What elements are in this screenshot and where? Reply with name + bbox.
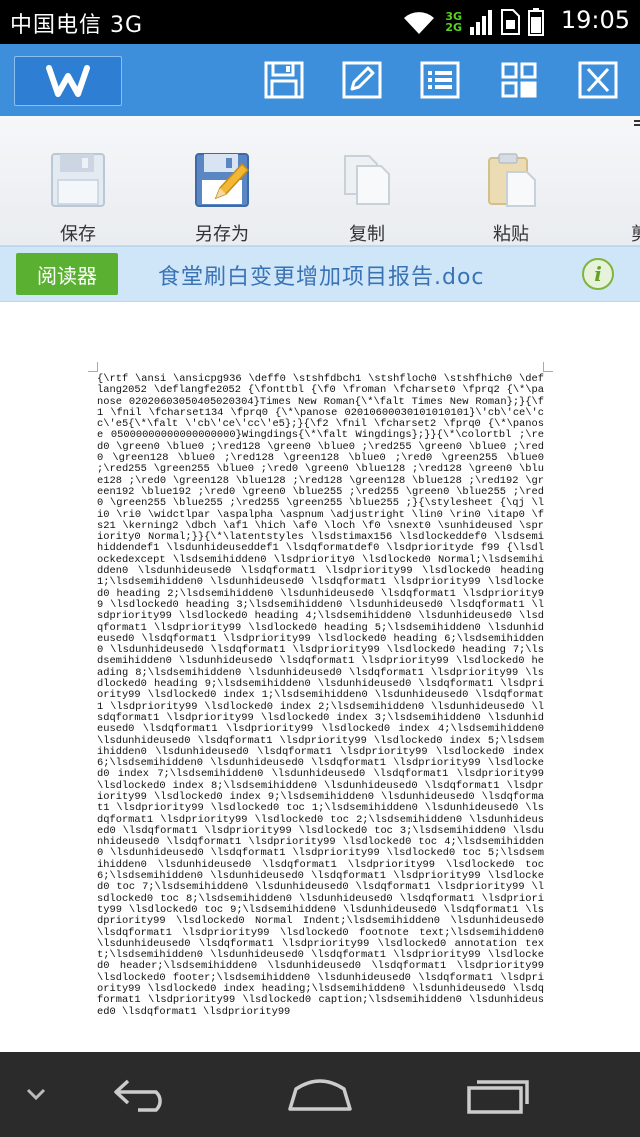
- reader-mode-button[interactable]: 阅读器: [16, 253, 118, 295]
- ribbon-toolbar: 保存 另存为 复制 粘贴 剪: [0, 116, 640, 246]
- network-bottom-label: 2G: [445, 21, 462, 34]
- system-nav-bar: [0, 1052, 640, 1137]
- page-corner-marker-right: [543, 362, 553, 372]
- ribbon-save-button[interactable]: 保存: [28, 150, 128, 245]
- wifi-icon: [404, 12, 435, 34]
- ribbon-paste-button[interactable]: 粘贴: [461, 150, 561, 245]
- document-body-text: {\rtf \ansi \ansicpg936 \deff0 \stshfdbc…: [97, 373, 551, 1018]
- ribbon-paste-label: 粘贴: [493, 224, 529, 245]
- save-top-button[interactable]: [262, 60, 306, 100]
- close-icon: [578, 61, 618, 99]
- document-title: 食堂刷白变更增加项目报告.doc: [158, 265, 485, 290]
- chevron-down-icon: [26, 1088, 46, 1101]
- save-disk-icon: [264, 61, 304, 99]
- recent-apps-button[interactable]: [462, 1072, 534, 1116]
- ribbon-copy-label: 复制: [349, 224, 385, 245]
- ribbon-cut-label: 剪: [590, 220, 640, 245]
- apps-button[interactable]: [497, 60, 541, 100]
- wps-logo-icon: [46, 65, 90, 97]
- ribbon-expand-icon[interactable]: [630, 118, 640, 130]
- copy-icon: [344, 155, 390, 205]
- back-icon: [114, 1079, 162, 1112]
- reader-bar: 阅读器 食堂刷白变更增加项目报告.doc i: [0, 246, 640, 302]
- ribbon-save-as-button[interactable]: 另存为: [172, 150, 272, 245]
- edit-pencil-icon: [342, 61, 382, 99]
- sim-icon: [501, 9, 520, 35]
- network-type: 3G 2G: [445, 11, 462, 33]
- list-icon: [420, 61, 460, 99]
- wps-logo-button[interactable]: [14, 56, 122, 106]
- status-bar: 中国电信 3G 3G 2G 19:05: [0, 0, 640, 44]
- save-as-icon: [195, 153, 250, 207]
- info-icon[interactable]: i: [582, 258, 614, 290]
- carrier-label: 中国电信 3G: [10, 13, 144, 38]
- outline-button[interactable]: [418, 60, 462, 100]
- page-corner-marker-left: [88, 362, 98, 372]
- home-button[interactable]: [282, 1072, 358, 1116]
- document-viewport[interactable]: {\rtf \ansi \ansicpg936 \deff0 \stshfdbc…: [0, 302, 640, 1052]
- edit-button[interactable]: [340, 60, 384, 100]
- app-top-bar: [0, 44, 640, 116]
- status-icons: 3G 2G: [401, 6, 544, 38]
- close-button[interactable]: [576, 60, 620, 100]
- battery-icon: [528, 8, 544, 36]
- back-button[interactable]: [108, 1072, 178, 1116]
- grid-icon: [501, 62, 537, 98]
- ribbon-copy-button[interactable]: 复制: [317, 150, 417, 245]
- ribbon-cut-button[interactable]: 剪: [590, 150, 640, 245]
- paste-icon: [488, 153, 536, 207]
- save-icon: [51, 153, 105, 207]
- ribbon-save-label: 保存: [60, 224, 96, 245]
- clock: 19:05: [560, 6, 630, 34]
- home-icon: [288, 1079, 352, 1111]
- hide-nav-button[interactable]: [20, 1072, 52, 1116]
- cut-icon: [610, 150, 640, 210]
- signal-icon: [470, 10, 492, 35]
- recent-apps-icon: [467, 1080, 529, 1114]
- ribbon-save-as-label: 另存为: [195, 224, 249, 245]
